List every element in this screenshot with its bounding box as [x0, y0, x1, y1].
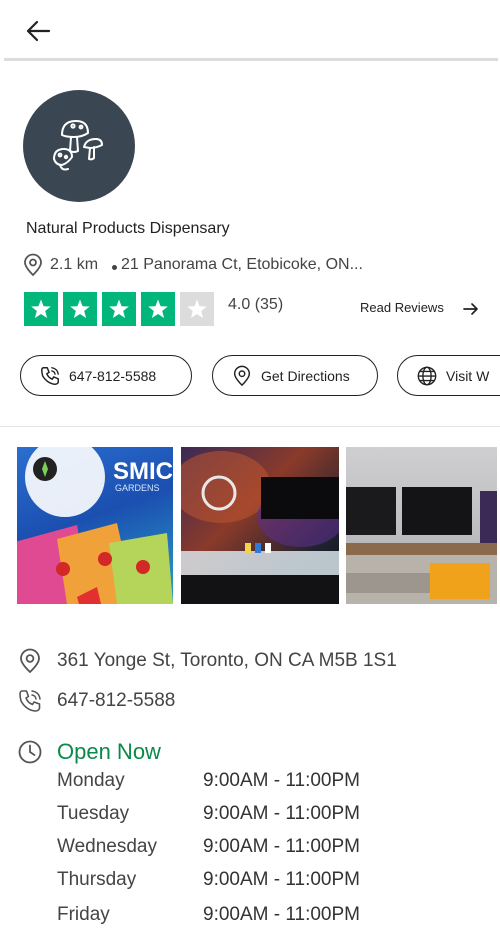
- mushroom-icon: [53, 120, 103, 171]
- open-status: Open Now: [57, 739, 161, 764]
- star-icon: [148, 299, 168, 318]
- store-photo[interactable]: [346, 447, 497, 604]
- visit-website-button[interactable]: Visit W: [397, 355, 500, 396]
- hours-day: Tuesday: [57, 803, 130, 824]
- store-photo[interactable]: [181, 447, 339, 604]
- hours-row: Thursday 9:00AM - 11:00PM: [57, 869, 457, 895]
- hours-header-row: Open Now: [17, 739, 161, 765]
- product-packs-image: SMIC GARDENS: [17, 447, 173, 604]
- star-filled: [24, 292, 58, 326]
- star-empty: [180, 292, 214, 326]
- visit-website-label: Visit W: [446, 367, 490, 384]
- star-filled: [102, 292, 136, 326]
- photo-sign-text: SMIC: [113, 458, 173, 485]
- arrow-left-icon: [26, 20, 51, 42]
- store-name: Natural Products Dispensary: [26, 220, 230, 237]
- hours-time: 9:00AM - 11:00PM: [203, 836, 361, 857]
- top-bar: [0, 0, 500, 62]
- action-buttons: 647-812-5588 Get Directions Visit W: [0, 355, 500, 397]
- read-reviews-link[interactable]: Read Reviews: [360, 300, 444, 315]
- photo-sign-subtext: GARDENS: [115, 483, 160, 493]
- rating-row: 4.0 (35) Read Reviews: [24, 292, 484, 328]
- hours-row: Tuesday 9:00AM - 11:00PM: [57, 803, 457, 829]
- star-rating: [24, 292, 219, 326]
- star-filled: [141, 292, 175, 326]
- get-directions-button[interactable]: Get Directions: [212, 355, 378, 396]
- star-icon: [109, 299, 129, 318]
- top-bar-divider: [4, 58, 498, 61]
- section-divider: [0, 426, 500, 427]
- hours-day: Monday: [57, 770, 125, 791]
- globe-icon: [417, 366, 437, 385]
- get-directions-label: Get Directions: [261, 367, 350, 384]
- store-short-address: 21 Panorama Ct, Etobicoke, ON...: [121, 256, 363, 273]
- location-pin-icon: [233, 365, 251, 386]
- hours-time: 9:00AM - 11:00PM: [203, 904, 361, 925]
- arrow-right-icon[interactable]: [462, 301, 480, 317]
- star-filled: [63, 292, 97, 326]
- hours-day: Thursday: [57, 869, 137, 890]
- hours-time: 9:00AM - 11:00PM: [203, 803, 361, 824]
- store-distance: 2.1 km: [50, 256, 99, 273]
- hours-time: 9:00AM - 11:00PM: [203, 770, 361, 791]
- hours-time: 9:00AM - 11:00PM: [203, 869, 361, 890]
- star-icon: [31, 299, 51, 318]
- hours-row: Monday 9:00AM - 11:00PM: [57, 770, 457, 796]
- phone-number: 647-812-5588: [57, 690, 176, 711]
- clock-icon: [18, 740, 42, 764]
- photo-gallery: SMIC GARDENS: [17, 447, 500, 604]
- star-icon: [187, 299, 207, 318]
- call-button-label: 647-812-5588: [69, 367, 157, 384]
- phone-icon: [19, 690, 41, 712]
- star-icon: [70, 299, 90, 318]
- location-pin-icon: [20, 648, 40, 674]
- hours-day: Wednesday: [57, 836, 157, 857]
- hours-row: Friday 9:00AM - 11:00PM: [57, 904, 457, 930]
- phone-icon: [41, 366, 59, 385]
- store-meta-row: 2.1 km 21 Panorama Ct, Etobicoke, ON...: [22, 252, 363, 278]
- full-address: 361 Yonge St, Toronto, ON CA M5B 1S1: [57, 650, 397, 671]
- store-interior-image: [181, 451, 339, 604]
- rating-summary: 4.0 (35): [228, 296, 284, 313]
- store-photo[interactable]: SMIC GARDENS: [17, 447, 173, 604]
- location-pin-icon: [24, 253, 42, 277]
- hours-row: Wednesday 9:00AM - 11:00PM: [57, 836, 457, 862]
- store-logo: [23, 90, 135, 202]
- separator-dot: [112, 264, 118, 270]
- store-display-image: [346, 487, 497, 604]
- back-button[interactable]: [24, 18, 52, 44]
- phone-row[interactable]: 647-812-5588: [17, 688, 175, 714]
- address-row[interactable]: 361 Yonge St, Toronto, ON CA M5B 1S1: [17, 648, 397, 674]
- hours-day: Friday: [57, 904, 110, 925]
- call-button[interactable]: 647-812-5588: [20, 355, 192, 396]
